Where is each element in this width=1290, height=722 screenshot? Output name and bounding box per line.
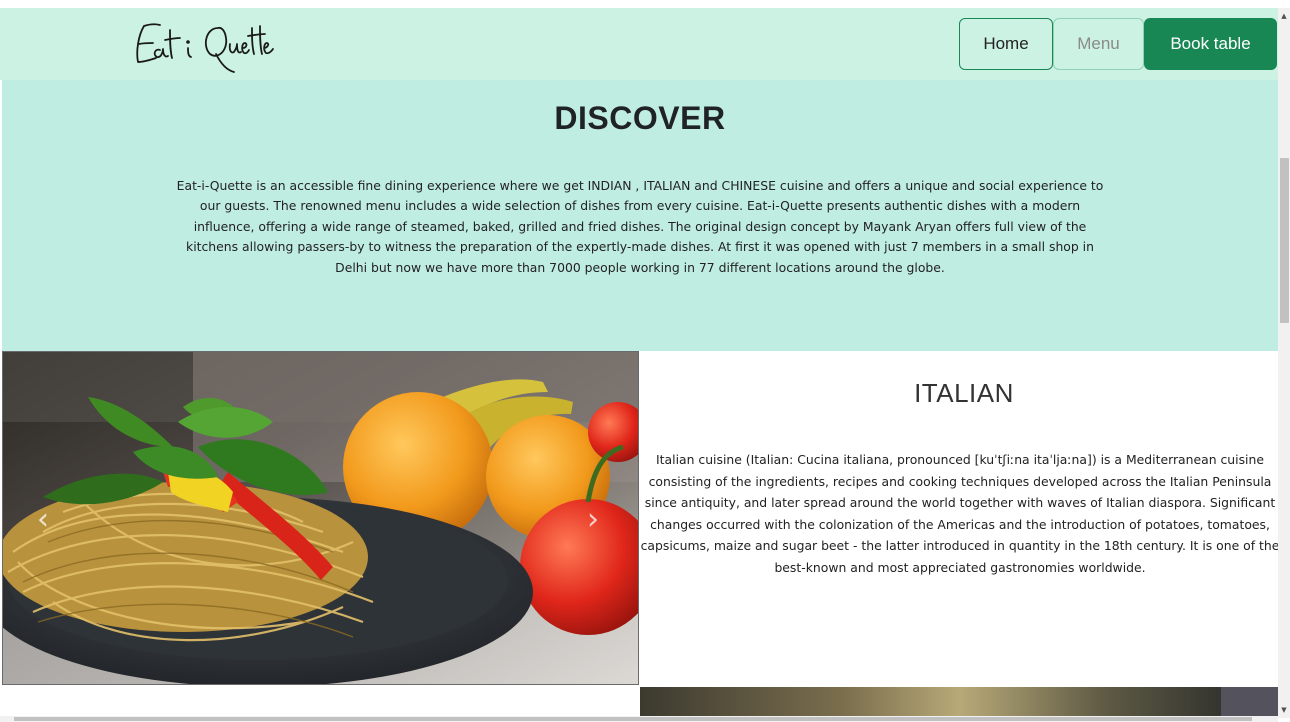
pasta-image [3, 352, 638, 684]
next-food-image-side [1221, 687, 1278, 717]
top-strip [0, 0, 1290, 8]
scroll-up-icon[interactable]: ▲ [1278, 10, 1290, 22]
discover-section: DISCOVER Eat-i-Quette is an accessible f… [2, 80, 1278, 351]
scroll-down-icon[interactable]: ▼ [1278, 704, 1290, 716]
horizontal-scroll-thumb[interactable] [14, 717, 1252, 721]
chevron-left-icon[interactable]: ‹ [31, 502, 55, 538]
italian-title: ITALIAN [914, 378, 1014, 408]
horizontal-scrollbar[interactable] [0, 716, 1278, 722]
chevron-right-icon[interactable]: › [581, 502, 605, 538]
navbar: Home Menu Book table [0, 8, 1278, 80]
italian-text: Italian cuisine (Italian: Cucina italian… [640, 452, 1280, 575]
script-logo-icon [136, 23, 274, 73]
book-table-button[interactable]: Book table [1144, 18, 1277, 70]
home-button[interactable]: Home [959, 18, 1053, 70]
menu-button[interactable]: Menu [1053, 18, 1144, 70]
discover-text: Eat-i-Quette is an accessible fine dinin… [176, 178, 1104, 275]
next-food-image [640, 687, 1221, 717]
food-carousel[interactable]: ‹ › [2, 351, 639, 685]
vertical-scrollbar[interactable]: ▲ ▼ [1278, 8, 1290, 718]
discover-title: DISCOVER [554, 100, 726, 136]
brand-logo[interactable] [130, 16, 280, 74]
vertical-scroll-thumb[interactable] [1280, 158, 1289, 323]
